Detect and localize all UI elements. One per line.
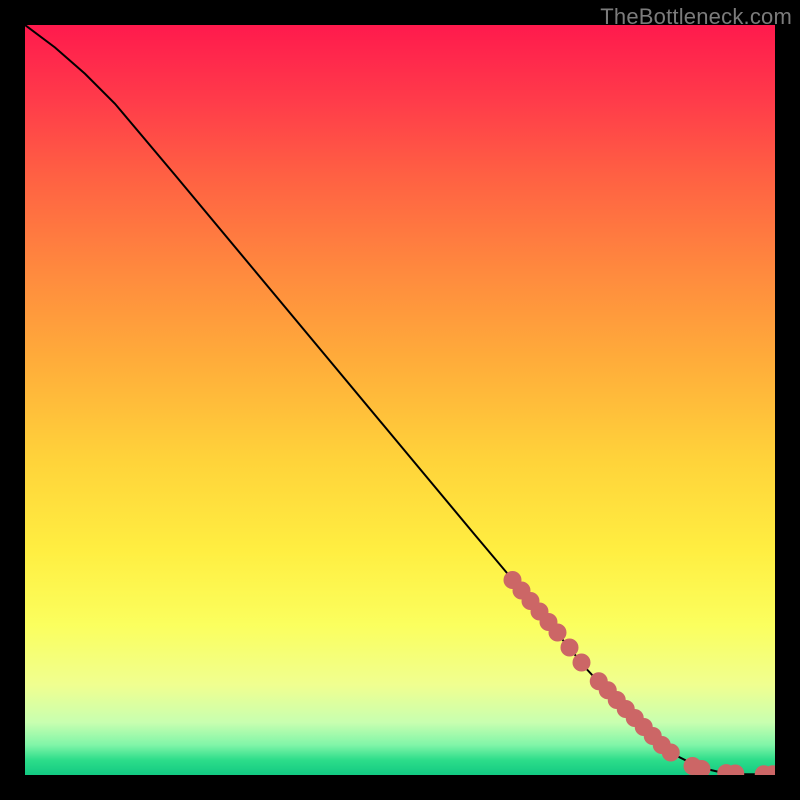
data-marker: [573, 654, 591, 672]
marker-layer: [504, 571, 776, 775]
outer-frame: TheBottleneck.com: [0, 0, 800, 800]
data-marker: [561, 639, 579, 657]
chart-svg: [25, 25, 775, 775]
plot-area: [25, 25, 775, 775]
curve-layer: [25, 25, 775, 774]
watermark-text: TheBottleneck.com: [600, 4, 792, 30]
data-marker: [662, 744, 680, 762]
data-marker: [549, 624, 567, 642]
main-curve: [25, 25, 775, 774]
